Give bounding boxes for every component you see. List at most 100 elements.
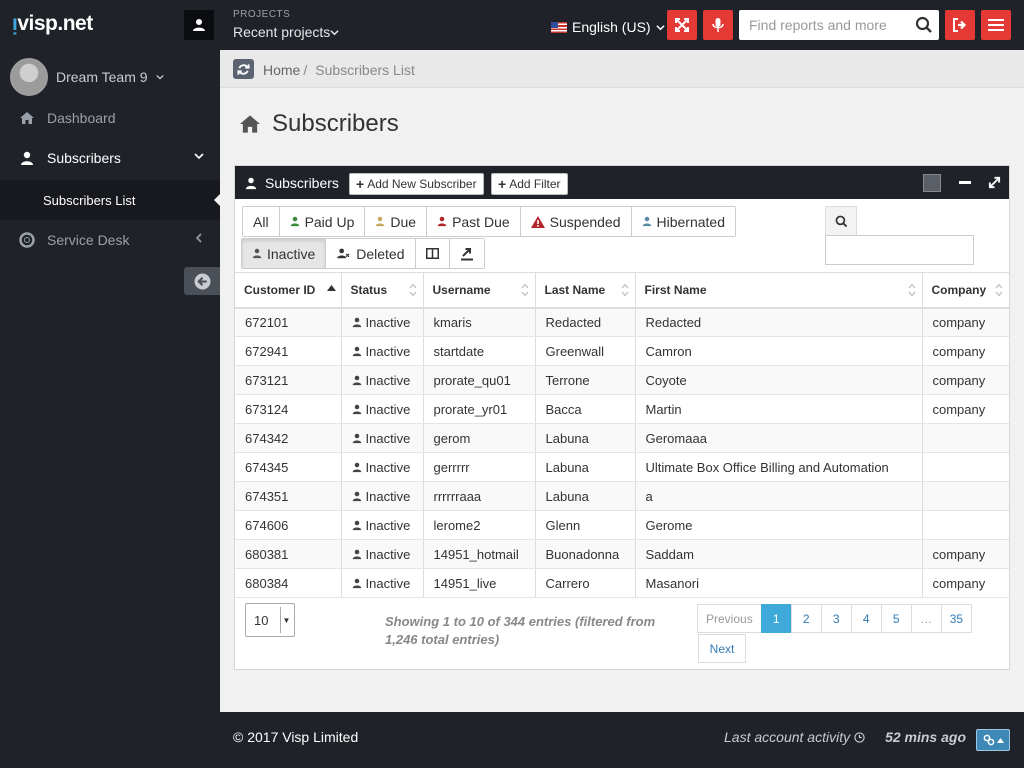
sort-both-icon [995,283,1003,297]
recent-projects-label: Recent projects [233,24,331,40]
cell-customer-id[interactable]: 680381 [235,539,342,569]
cell-customer-id[interactable]: 674345 [235,452,342,482]
table-row[interactable]: 680381 Inactive 14951_hotmail Buonadonna Sad… [235,539,1009,569]
table-row[interactable]: 672941 Inactive startdate Greenwall Camron co… [235,336,1009,366]
sidebar-item-dashboard[interactable]: Dashboard [0,98,220,138]
fullscreen-button[interactable] [667,10,697,40]
cell-customer-id[interactable]: 674606 [235,510,342,540]
user-menu-button[interactable] [184,10,214,40]
breadcrumb-home-link[interactable]: Home [263,62,300,78]
filter-past-due-button[interactable]: Past Due [427,207,521,236]
column-header-label: Username [432,282,491,297]
user-icon [352,520,361,530]
logout-button[interactable] [945,10,975,40]
pagination-page-button[interactable]: 3 [820,604,852,633]
visp-logo[interactable]: ᴉvisp.net [12,12,93,36]
table-search-input[interactable] [825,235,974,265]
table-row[interactable]: 673124 Inactive prorate_yr01 Bacca Martin com… [235,394,1009,424]
filter-deleted-button[interactable]: Deleted [326,239,416,268]
pagination-previous-button[interactable]: Previous [697,604,762,633]
footer-shortcuts-button[interactable] [976,729,1010,751]
global-search-input[interactable] [739,10,909,40]
filter-due-button[interactable]: Due [365,207,428,236]
sidebar-item-subscribers[interactable]: Subscribers [0,138,220,178]
cell-username[interactable]: gerom [423,423,536,453]
table-row[interactable]: 672101 Inactive kmaris Redacted Redacted comp… [235,307,1009,337]
cell-first-name: Martin [635,394,923,424]
export-button[interactable] [449,239,484,268]
filter-paid-up-button[interactable]: Paid Up [279,207,366,236]
column-visibility-button[interactable] [415,239,450,268]
table-row[interactable]: 674351 Inactive rrrrrraaa Labuna a [235,481,1009,511]
hamburger-icon [988,19,1004,31]
cell-first-name: Gerome [635,510,923,540]
cell-username[interactable]: gerrrrr [423,452,536,482]
cell-customer-id[interactable]: 673121 [235,365,342,395]
refresh-button[interactable] [233,59,254,79]
cell-customer-id[interactable]: 672101 [235,307,342,337]
page-length-select[interactable]: 10 ▼ [245,603,295,637]
pagination-page-button[interactable]: 2 [790,604,822,633]
language-selector[interactable]: English (US) [551,19,665,35]
table-row[interactable]: 674606 Inactive lerome2 Glenn Gerome [235,510,1009,540]
add-filter-button[interactable]: + Add Filter [491,173,568,195]
column-header-customer-id[interactable]: Customer ID [235,272,342,309]
cell-customer-id[interactable]: 674342 [235,423,342,453]
last-activity: Last account activity 52 mins ago [724,729,966,745]
sidebar-item-service-desk[interactable]: Service Desk [0,220,220,260]
table-row[interactable]: 674345 Inactive gerrrrr Labuna Ultimate Box … [235,452,1009,482]
filter-all-button[interactable]: All [243,207,280,236]
recent-projects-dropdown[interactable]: Recent projects [233,24,339,40]
collapse-sidebar-button[interactable] [184,267,220,295]
main-menu-button[interactable] [981,10,1011,40]
cell-username[interactable]: startdate [423,336,536,366]
pagination: Previous 1 2 3 4 5 … 35 [697,604,973,633]
table-row[interactable]: 674342 Inactive gerom Labuna Geromaaa [235,423,1009,453]
add-new-subscriber-button[interactable]: + Add New Subscriber [349,173,484,195]
column-header-label: Company [931,282,987,297]
cell-username[interactable]: kmaris [423,307,536,337]
column-header-username[interactable]: Username [423,272,536,309]
panel-color-toggle[interactable] [923,174,941,192]
cell-status: Inactive [341,510,424,540]
cell-customer-id[interactable]: 673124 [235,394,342,424]
sidebar-item-label: Dashboard [47,110,116,126]
filter-hibernated-button[interactable]: Hibernated [631,207,735,236]
table-search-button[interactable] [825,206,857,236]
pagination-next-button[interactable]: Next [698,634,746,663]
pagination-page-button[interactable]: 5 [880,604,912,633]
status-filter-group-2: Inactive Deleted [241,238,485,269]
refresh-icon [237,63,250,75]
pagination-page-button[interactable]: 35 [940,604,973,633]
cell-username[interactable]: lerome2 [423,510,536,540]
pagination-page-button[interactable]: 4 [850,604,882,633]
avatar [10,58,48,96]
cell-username[interactable]: 14951_live [423,568,536,598]
sidebar-item-subscribers-list[interactable]: Subscribers List [0,180,220,220]
cell-username[interactable]: 14951_hotmail [423,539,536,569]
search-icon[interactable] [915,16,933,34]
column-header-status[interactable]: Status [341,272,424,309]
column-header-last-name[interactable]: Last Name [535,272,636,309]
cell-status: Inactive [341,452,424,482]
pagination-page-button[interactable]: 1 [760,604,792,633]
expand-icon[interactable] [988,176,1001,189]
dropdown-arrow-icon: ▼ [280,607,292,633]
voice-search-button[interactable] [703,10,733,40]
team-switcher[interactable]: Dream Team 9 [10,58,164,96]
column-header-first-name[interactable]: First Name [635,272,923,309]
cell-username[interactable]: prorate_qu01 [423,365,536,395]
table-header-row: Customer ID Status Username Last Name Fi… [235,272,1009,309]
filter-suspended-button[interactable]: Suspended [520,207,632,236]
column-header-label: Customer ID [244,282,316,297]
cell-username[interactable]: rrrrrraaa [423,481,536,511]
cell-username[interactable]: prorate_yr01 [423,394,536,424]
cell-customer-id[interactable]: 680384 [235,568,342,598]
cell-customer-id[interactable]: 674351 [235,481,342,511]
table-row[interactable]: 680384 Inactive 14951_live Carrero Masanori c… [235,568,1009,598]
table-row[interactable]: 673121 Inactive prorate_qu01 Terrone Coyote c… [235,365,1009,395]
filter-inactive-button[interactable]: Inactive [242,239,327,268]
minimize-icon[interactable] [959,181,971,185]
column-header-company[interactable]: Company [922,272,1009,309]
cell-customer-id[interactable]: 672941 [235,336,342,366]
